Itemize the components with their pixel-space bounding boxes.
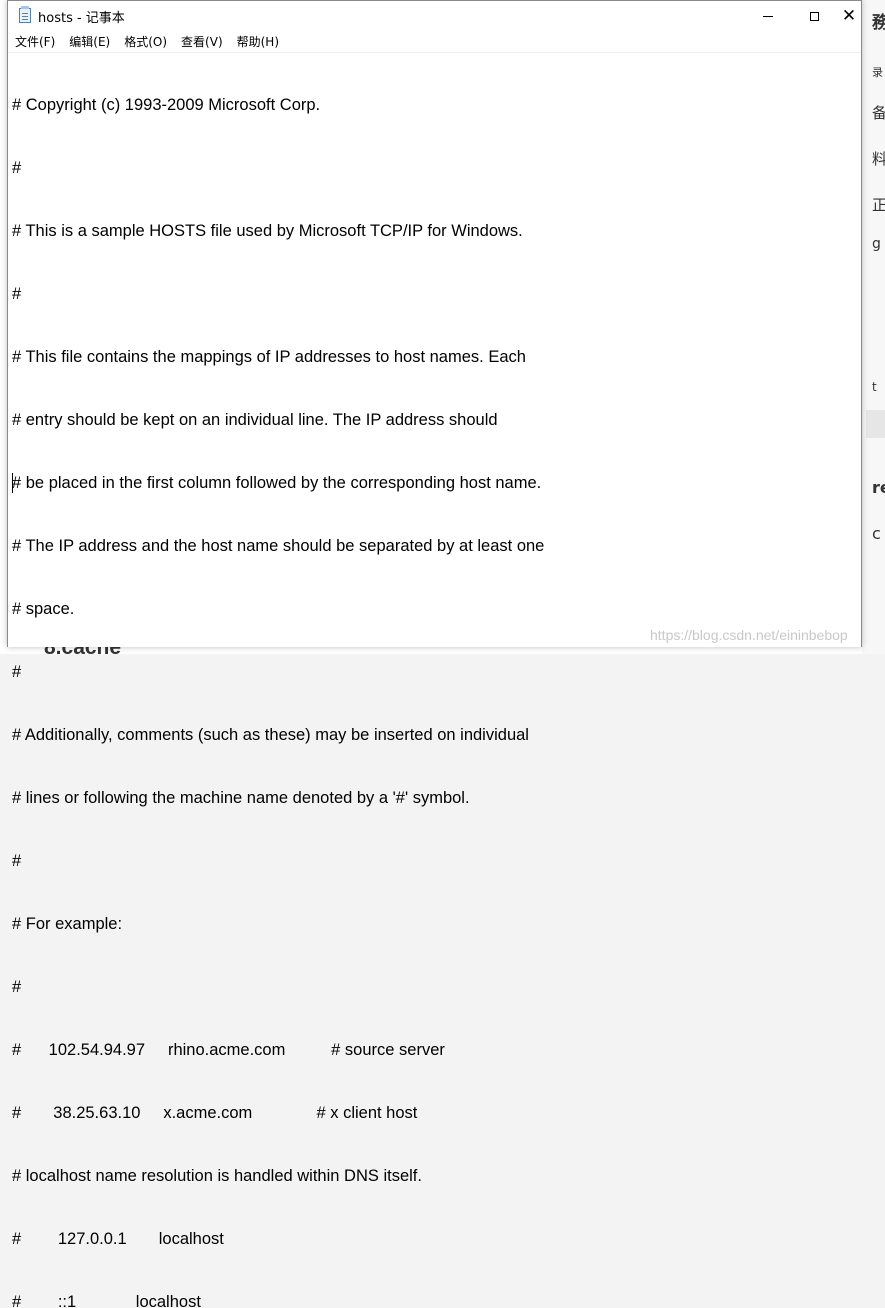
editor-line: #	[12, 978, 22, 996]
text-caret	[12, 473, 13, 493]
editor-line: # Additionally, comments (such as these)…	[12, 726, 529, 744]
menu-view[interactable]: 查看(V)	[174, 32, 230, 52]
close-button[interactable]: ✕	[837, 1, 861, 31]
menu-bar: 文件(F) 编辑(E) 格式(O) 查看(V) 帮助(H)	[8, 32, 861, 52]
notepad-window: hosts - 记事本 ✕ 文件(F) 编辑(E) 格式(O) 查看(V) 帮助…	[7, 0, 862, 1308]
editor-line: # be placed in the first column followed…	[12, 474, 542, 492]
background-text-fragment: re	[872, 478, 885, 497]
editor-line: # localhost name resolution is handled w…	[12, 1167, 422, 1185]
menu-format[interactable]: 格式(O)	[117, 32, 174, 52]
close-icon: ✕	[841, 5, 857, 26]
background-right-column	[862, 0, 885, 654]
background-scroll-marker	[866, 410, 885, 438]
editor-line: # 102.54.94.97 rhino.acme.com # source s…	[12, 1041, 445, 1059]
window-title: hosts - 记事本	[38, 11, 125, 26]
background-text-fragment: 務	[872, 13, 885, 33]
editor-line: # This is a sample HOSTS file used by Mi…	[12, 222, 523, 240]
editor-line: # entry should be kept on an individual …	[12, 411, 498, 429]
maximize-icon	[809, 11, 819, 21]
editor-line: #	[12, 852, 22, 870]
menu-file[interactable]: 文件(F)	[8, 32, 62, 52]
background-text-fragment: 备	[872, 104, 885, 122]
editor-line: # lines or following the machine name de…	[12, 789, 470, 807]
menu-help[interactable]: 帮助(H)	[230, 32, 286, 52]
background-text-fragment: g	[872, 236, 881, 252]
background-text-fragment: 料	[872, 150, 885, 168]
background-text-fragment: c	[872, 524, 881, 543]
editor-line: # 38.25.63.10 x.acme.com # x client host	[12, 1104, 418, 1122]
editor-line: #	[12, 285, 22, 303]
maximize-button[interactable]	[791, 1, 837, 31]
editor-content[interactable]: # Copyright (c) 1993-2009 Microsoft Corp…	[12, 53, 544, 1308]
editor-line: # Copyright (c) 1993-2009 Microsoft Corp…	[12, 96, 321, 114]
background-text-fragment: 正	[872, 196, 885, 214]
editor-line: #	[12, 159, 22, 177]
editor-line: #	[12, 663, 22, 681]
editor-line: # ::1 localhost	[12, 1293, 201, 1308]
editor-line: # The IP address and the host name shoul…	[12, 537, 545, 555]
watermark: https://blog.csdn.net/eininbebop	[650, 627, 848, 643]
menu-edit[interactable]: 编辑(E)	[62, 32, 117, 52]
background-text-fragment: 录	[872, 66, 883, 79]
editor-line: # space.	[12, 600, 75, 618]
editor-line: # 127.0.0.1 localhost	[12, 1230, 224, 1248]
minimize-icon	[763, 15, 773, 17]
notepad-icon	[19, 6, 31, 23]
text-editor[interactable]: # Copyright (c) 1993-2009 Microsoft Corp…	[8, 52, 861, 1308]
title-bar[interactable]: hosts - 记事本 ✕	[8, 1, 861, 31]
editor-line: # For example:	[12, 915, 123, 933]
background-text-fragment: t	[872, 380, 877, 394]
editor-line: # This file contains the mappings of IP …	[12, 348, 526, 366]
minimize-button[interactable]	[745, 1, 791, 31]
